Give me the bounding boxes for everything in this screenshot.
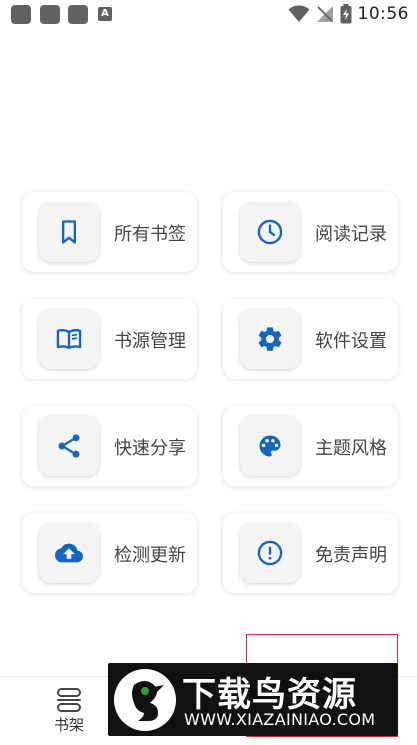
menu-item-source-management[interactable]: 书源管理 <box>22 299 197 379</box>
watermark-banner: 下载鸟资源 WWW.XIAZAINIAO.COM <box>108 663 398 736</box>
menu-item-all-bookmarks[interactable]: 所有书签 <box>22 192 197 272</box>
notification-icon <box>40 5 60 24</box>
menu-item-theme-style[interactable]: 主题风格 <box>223 406 398 486</box>
nav-item-bookshelf[interactable]: 书架 <box>38 685 100 740</box>
palette-icon <box>259 435 281 457</box>
book-open-icon <box>56 329 82 349</box>
share-icon <box>58 434 80 458</box>
menu-item-check-update[interactable]: 检测更新 <box>22 513 197 593</box>
status-indicators: 10:56 <box>288 2 410 26</box>
watermark-title: 下载鸟资源 <box>182 675 357 715</box>
menu-item-label: 检测更新 <box>114 545 186 566</box>
menu-item-label: 所有书签 <box>114 224 186 245</box>
bookmark-icon <box>62 220 77 244</box>
gear-icon <box>258 327 282 351</box>
clock-time: 10:56 <box>357 4 409 24</box>
wifi-icon <box>288 5 309 22</box>
menu-item-label: 书源管理 <box>114 331 186 352</box>
alert-circle-icon <box>257 540 283 566</box>
status-bar: A 10:56 <box>0 0 417 28</box>
menu-item-label: 阅读记录 <box>315 224 387 245</box>
clock-icon <box>257 219 283 245</box>
cloud-upload-icon <box>55 543 83 563</box>
menu-item-label: 免责声明 <box>315 545 387 566</box>
menu-item-disclaimer[interactable]: 免责声明 <box>223 513 398 593</box>
bookshelf-icon <box>57 688 81 712</box>
battery-charging-icon <box>340 4 351 24</box>
menu-item-reading-history[interactable]: 阅读记录 <box>223 192 398 272</box>
a-badge-icon: A <box>98 7 112 21</box>
bird-logo-icon <box>114 669 176 731</box>
notification-icon <box>68 5 88 24</box>
watermark-url: WWW.XIAZAINIAO.COM <box>184 710 376 729</box>
notification-icon <box>11 5 31 24</box>
menu-item-label: 快速分享 <box>114 438 186 459</box>
no-signal-icon <box>316 6 333 22</box>
nav-item-label: 书架 <box>53 716 84 734</box>
menu-item-quick-share[interactable]: 快速分享 <box>22 406 197 486</box>
menu-item-software-settings[interactable]: 软件设置 <box>223 299 398 379</box>
menu-item-label: 软件设置 <box>315 331 387 352</box>
menu-item-label: 主题风格 <box>315 438 387 459</box>
